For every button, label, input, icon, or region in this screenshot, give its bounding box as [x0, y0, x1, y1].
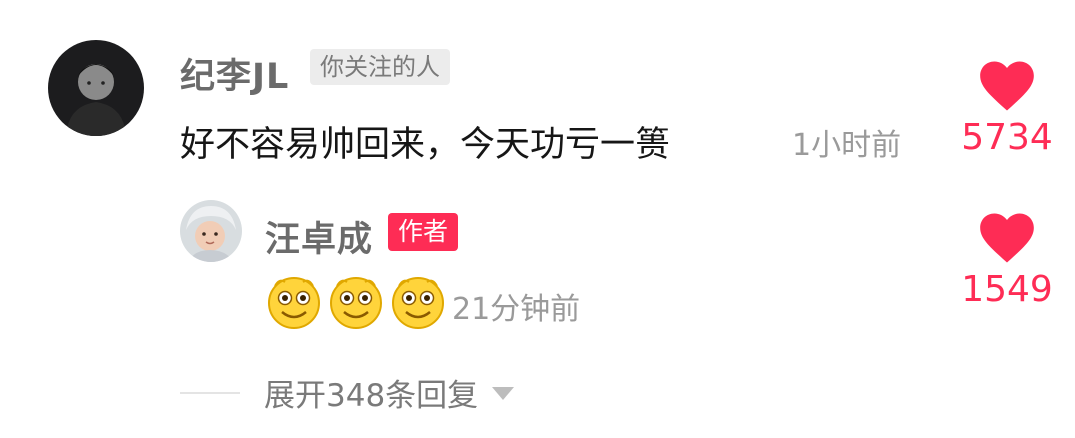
reply-username[interactable]: 汪卓成 — [265, 211, 373, 262]
avatar-photo-icon — [180, 200, 242, 262]
heart-icon — [980, 61, 1034, 111]
commenter-username[interactable]: 纪李JL — [180, 48, 289, 99]
reply-avatar[interactable] — [180, 200, 242, 262]
author-badge: 作者 — [388, 213, 459, 251]
expand-divider — [180, 392, 240, 394]
comment-like-button[interactable]: 5734 — [952, 60, 1062, 158]
expand-replies-label: 展开348条回复 — [264, 378, 479, 414]
following-badge: 你关注的人 — [310, 49, 450, 85]
smile-emoji-icon — [389, 272, 447, 330]
caret-down-icon — [492, 387, 515, 400]
smile-emoji-icon — [327, 272, 385, 330]
smile-emoji-icon — [265, 272, 323, 330]
reply-like-button[interactable]: 1549 — [952, 212, 1062, 310]
comment-time: 1小时前 — [792, 128, 902, 163]
comment-like-count: 5734 — [961, 117, 1053, 158]
reply-like-count: 1549 — [961, 269, 1053, 310]
comment-text[interactable]: 好不容易帅回来，今天功亏一篑 — [180, 116, 670, 167]
reply-emoji-content[interactable] — [265, 272, 447, 330]
avatar-photo-icon — [48, 40, 144, 136]
reply-time: 21分钟前 — [452, 292, 581, 327]
heart-icon — [980, 213, 1034, 263]
commenter-avatar[interactable] — [48, 40, 144, 136]
expand-replies-button[interactable]: 展开348条回复 — [264, 370, 515, 415]
comment-thread: 纪李JL 你关注的人 好不容易帅回来，今天功亏一篑 1小时前 5734 汪卓成 … — [0, 0, 1075, 438]
